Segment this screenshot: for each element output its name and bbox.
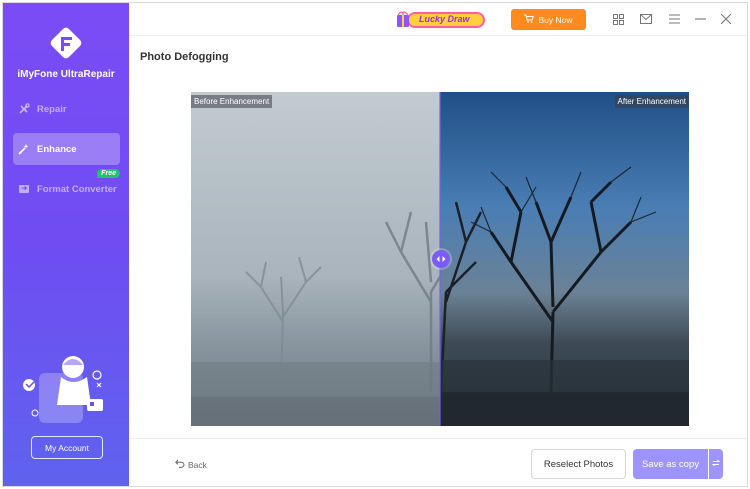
free-badge: Free xyxy=(97,169,120,178)
cart-icon xyxy=(524,14,535,25)
minimize-icon[interactable] xyxy=(693,12,707,26)
buy-now-button[interactable]: Buy Now xyxy=(511,9,586,30)
before-enhancement-label: Before Enhancement xyxy=(191,95,273,108)
sidebar: iMyFone UltraRepair Repair Enhance Forma… xyxy=(3,3,129,486)
close-icon[interactable] xyxy=(719,12,733,26)
app-logo-icon xyxy=(46,23,86,63)
compare-slider-handle[interactable] xyxy=(432,250,450,268)
lucky-draw-banner[interactable]: Lucky Draw xyxy=(395,10,487,30)
undo-arrow-icon xyxy=(175,459,185,470)
sidebar-item-enhance[interactable]: Enhance xyxy=(13,133,120,165)
magic-wand-icon xyxy=(17,142,31,156)
sidebar-item-label: Repair xyxy=(37,103,67,115)
app-window: iMyFone UltraRepair Repair Enhance Forma… xyxy=(2,2,748,487)
convert-icon xyxy=(17,182,31,196)
page-title: Photo Defogging xyxy=(140,51,229,63)
sidebar-item-label: Enhance xyxy=(37,143,77,155)
menu-icon[interactable] xyxy=(667,12,681,26)
buy-now-label: Buy Now xyxy=(538,14,573,25)
grid-icon[interactable] xyxy=(611,12,625,26)
sidebar-item-format-converter[interactable]: Format Converter Free xyxy=(13,169,120,205)
reselect-photos-button[interactable]: Reselect Photos xyxy=(531,449,626,479)
back-label: Back xyxy=(188,459,207,470)
mail-icon[interactable] xyxy=(639,12,653,26)
sidebar-item-repair[interactable]: Repair xyxy=(13,93,120,125)
top-bar: Lucky Draw Buy Now xyxy=(129,3,747,36)
app-name: iMyFone UltraRepair xyxy=(17,69,115,80)
account-illustration xyxy=(21,353,113,425)
tools-icon xyxy=(17,102,31,116)
comparison-viewer[interactable]: Before Enhancement After Enhancement xyxy=(191,92,689,426)
arrows-horizontal-icon xyxy=(436,255,446,263)
save-as-copy-button[interactable]: Save as copy xyxy=(633,449,708,479)
back-button[interactable]: Back xyxy=(175,459,207,470)
sidebar-item-label: Format Converter xyxy=(37,183,117,195)
after-enhancement-label: After Enhancement xyxy=(614,95,689,108)
swap-icon xyxy=(711,459,721,469)
my-account-button[interactable]: My Account xyxy=(31,436,103,459)
lucky-draw-label: Lucky Draw xyxy=(419,14,470,24)
save-options-button[interactable] xyxy=(709,449,723,479)
